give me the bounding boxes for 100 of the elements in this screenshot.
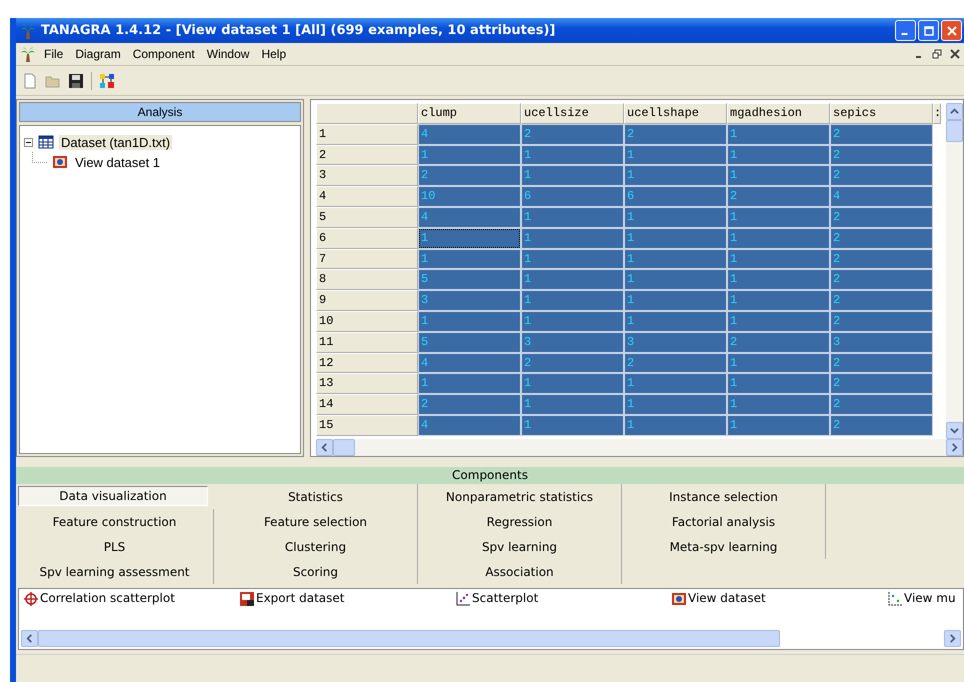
tree-item[interactable]: Dataset (tan1D.txt): [59, 134, 172, 150]
menu-item[interactable]: File: [40, 45, 68, 63]
category-tab[interactable]: Nonparametric statistics: [418, 484, 622, 509]
row-header[interactable]: 8: [316, 269, 418, 290]
row-header[interactable]: 10: [316, 310, 418, 332]
minimize-button[interactable]: [895, 20, 916, 41]
row-header[interactable]: 11: [316, 332, 418, 353]
scroll-thumb[interactable]: [333, 439, 355, 456]
dataset-view-icon: [52, 154, 68, 170]
row-header[interactable]: 7: [316, 248, 418, 270]
table-cell: 2: [521, 124, 624, 145]
scroll-down-button[interactable]: [946, 422, 963, 439]
maximize-icon: [924, 26, 934, 36]
horizontal-scrollbar[interactable]: [21, 630, 961, 647]
category-tab[interactable]: Data visualization: [18, 486, 208, 506]
table-cell: 6: [624, 186, 727, 207]
table-cell: 5: [418, 332, 521, 353]
table-cell: 1: [727, 352, 830, 374]
maximize-button[interactable]: [918, 20, 939, 41]
row-header[interactable]: 9: [316, 290, 418, 311]
category-tab[interactable]: Statistics: [214, 484, 418, 509]
row-header[interactable]: 14: [316, 394, 418, 415]
column-header[interactable]: ucellsize: [521, 103, 624, 124]
column-header[interactable]: mgadhesion: [727, 103, 830, 124]
column-header[interactable]: sepics: [830, 103, 933, 124]
category-tab[interactable]: Scoring: [214, 559, 418, 584]
panel-header: Analysis: [19, 102, 301, 122]
column-header[interactable]: clump: [418, 103, 521, 124]
row-header[interactable]: 6: [316, 228, 418, 249]
table-cell: 1: [624, 394, 727, 415]
scroll-thumb[interactable]: [38, 630, 780, 647]
table-cell: 2: [830, 352, 933, 374]
table-cell: 1: [521, 228, 624, 249]
crosshair-icon: [23, 591, 39, 607]
table-cell: 3: [418, 290, 521, 311]
category-tab[interactable]: Feature selection: [214, 509, 418, 534]
vertical-scrollbar[interactable]: [946, 103, 963, 439]
tree-item[interactable]: View dataset 1: [73, 154, 162, 170]
table-cell: 1: [727, 373, 830, 394]
category-tab[interactable]: PLS: [16, 534, 214, 559]
row-header[interactable]: 3: [316, 165, 418, 186]
tool-item[interactable]: Scatterplot: [455, 591, 645, 628]
close-button[interactable]: [941, 20, 962, 41]
close-icon[interactable]: [950, 49, 960, 59]
category-tab[interactable]: Spv learning: [418, 534, 622, 559]
menu-item[interactable]: Window: [202, 45, 254, 63]
row-header[interactable]: 2: [316, 144, 418, 166]
tool-item[interactable]: Export dataset: [239, 591, 429, 628]
scatterplot-icon: [455, 591, 471, 607]
palm-tree-icon: [20, 46, 36, 62]
table-cell: 1: [418, 228, 521, 249]
table-cell: 1: [521, 373, 624, 394]
row-header[interactable]: 1: [316, 124, 418, 145]
table-cell: 3: [521, 332, 624, 353]
category-tab[interactable]: Instance selection: [622, 484, 826, 509]
category-tab[interactable]: Association: [418, 559, 622, 584]
scroll-up-button[interactable]: [946, 103, 963, 120]
menu-item[interactable]: Component: [128, 45, 199, 63]
column-header[interactable]: ucellshape: [624, 103, 727, 124]
row-header[interactable]: 5: [316, 206, 418, 228]
new-file-icon[interactable]: [22, 72, 38, 88]
menu-item[interactable]: Help: [257, 45, 290, 63]
collapse-toggle[interactable]: [24, 138, 33, 146]
table-cell: 1: [624, 165, 727, 186]
row-header[interactable]: 4: [316, 186, 418, 207]
category-tab[interactable]: Meta-spv learning: [622, 534, 826, 559]
scroll-thumb[interactable]: [946, 120, 963, 142]
table-cell: 1: [727, 228, 830, 249]
row-header[interactable]: 12: [316, 352, 418, 374]
table-cell: 1: [418, 144, 521, 166]
table-cell: 1: [727, 248, 830, 270]
table-cell: 1: [727, 206, 830, 228]
scroll-left-button[interactable]: [21, 630, 38, 647]
table-cell: 1: [521, 394, 624, 415]
restore-icon[interactable]: [932, 49, 942, 59]
category-tab[interactable]: Spv learning assessment: [16, 559, 214, 584]
category-tab[interactable]: Feature construction: [16, 509, 214, 534]
tool-item[interactable]: Correlation scatterplot: [23, 591, 213, 628]
menu-item[interactable]: Diagram: [71, 45, 125, 63]
scroll-left-button[interactable]: [316, 439, 333, 456]
scroll-right-button[interactable]: [944, 630, 961, 647]
category-tab[interactable]: Clustering: [214, 534, 418, 559]
save-icon[interactable]: [68, 72, 84, 88]
table-cell: 2: [830, 414, 933, 436]
category-tab[interactable]: Factorial analysis: [622, 509, 826, 534]
tool-item[interactable]: View dataset: [671, 591, 861, 628]
close-icon: [946, 26, 956, 36]
horizontal-scrollbar[interactable]: [316, 439, 963, 456]
tool-item[interactable]: View mu: [887, 591, 963, 628]
table-cell: 1: [624, 269, 727, 290]
window-title: TANAGRA 1.4.12 - [View dataset 1 [All] (699 examples, 10 attributes)]: [41, 23, 556, 38]
table-cell: 1: [727, 414, 830, 436]
row-header[interactable]: 13: [316, 373, 418, 394]
row-header[interactable]: 15: [316, 414, 418, 436]
scroll-right-button[interactable]: [946, 439, 963, 456]
table-cell: 2: [418, 165, 521, 186]
table-cell: 2: [830, 269, 933, 290]
column-header[interactable]: :: [933, 103, 941, 124]
table-cell: 1: [624, 144, 727, 166]
category-tab[interactable]: Regression: [418, 509, 622, 534]
